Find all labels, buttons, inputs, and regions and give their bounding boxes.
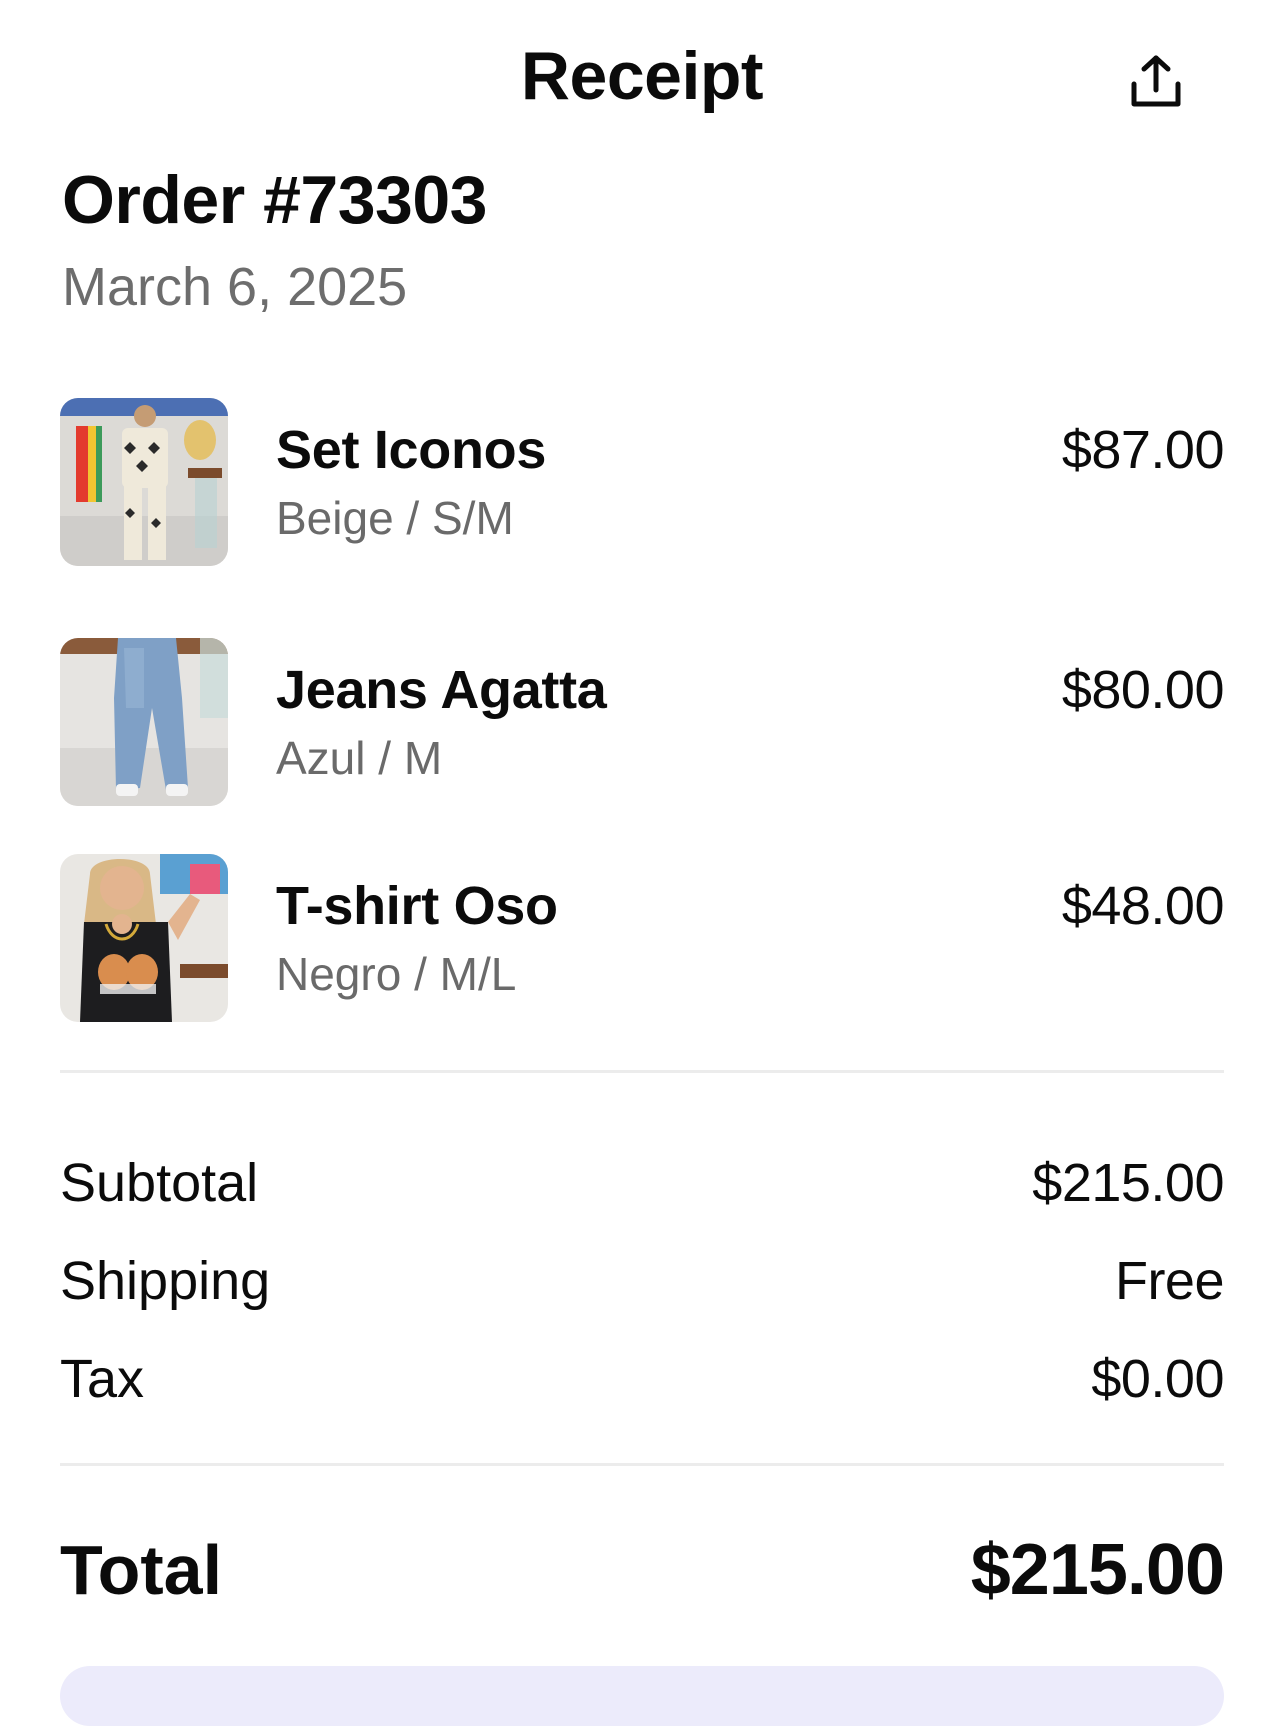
header-bar: Receipt: [0, 0, 1284, 150]
total-row: Total $215.00: [60, 1528, 1225, 1612]
share-button[interactable]: [1122, 48, 1190, 116]
item-name: T-shirt Oso: [276, 876, 558, 936]
shipping-row: Shipping Free: [60, 1246, 1225, 1316]
item-variant: Azul / M: [276, 732, 443, 784]
order-date: March 6, 2025: [62, 257, 408, 317]
product-thumbnail: [60, 854, 228, 1022]
product-thumbnail: [60, 638, 228, 806]
order-number: Order #73303: [62, 162, 487, 238]
list-item[interactable]: Set Iconos Beige / S/M $87.00: [60, 398, 1225, 566]
product-thumbnail: [60, 398, 228, 566]
item-name: Jeans Agatta: [276, 660, 607, 720]
list-item[interactable]: Jeans Agatta Azul / M $80.00: [60, 638, 1225, 806]
subtotal-label: Subtotal: [60, 1153, 259, 1213]
tax-value: $0.00: [1091, 1349, 1224, 1409]
total-value: $215.00: [970, 1530, 1225, 1610]
item-variant: Negro / M/L: [276, 948, 517, 1000]
item-price: $87.00: [1061, 420, 1225, 480]
tax-row: Tax $0.00: [60, 1344, 1224, 1414]
divider: [60, 1070, 1224, 1073]
item-price: $80.00: [1061, 660, 1225, 720]
subtotal-value: $215.00: [1032, 1153, 1224, 1213]
item-name: Set Iconos: [276, 420, 547, 480]
page-title: Receipt: [520, 38, 764, 114]
bottom-action-card[interactable]: [60, 1666, 1224, 1726]
shipping-label: Shipping: [60, 1251, 271, 1311]
shipping-value: Free: [1114, 1251, 1225, 1311]
tax-label: Tax: [60, 1349, 145, 1409]
share-icon: [1131, 55, 1181, 107]
divider: [60, 1463, 1224, 1466]
line-items-list: Set Iconos Beige / S/M $87.00 Jeans Agat…: [60, 398, 1225, 1094]
list-item[interactable]: T-shirt Oso Negro / M/L $48.00: [60, 854, 1225, 1022]
subtotal-row: Subtotal $215.00: [60, 1148, 1224, 1218]
total-label: Total: [60, 1531, 223, 1609]
item-price: $48.00: [1061, 876, 1225, 936]
item-variant: Beige / S/M: [276, 492, 514, 544]
